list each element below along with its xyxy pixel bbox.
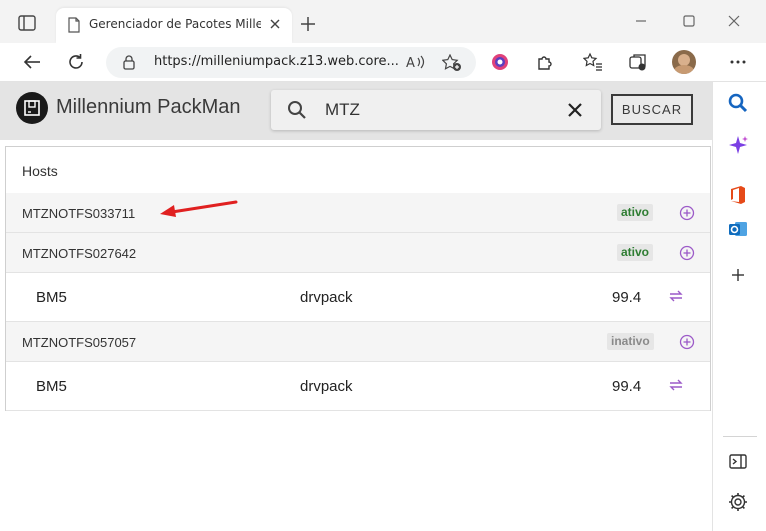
host-name: MTZNOTFS057057	[22, 335, 137, 350]
search-box[interactable]	[271, 90, 601, 130]
package-name: BM5	[36, 378, 67, 395]
edge-sidebar	[712, 82, 766, 531]
favorites-icon[interactable]	[583, 52, 603, 72]
tab-close-icon[interactable]	[268, 17, 282, 31]
more-options-icon[interactable]	[728, 52, 748, 72]
page-favicon-icon	[68, 17, 80, 33]
status-badge: ativo	[617, 244, 654, 261]
host-row[interactable]: MTZNOTFS033711 ativo	[6, 193, 710, 233]
clear-search-icon[interactable]	[567, 102, 583, 118]
url-text[interactable]: https://milleniumpack.z13.web.core....	[154, 54, 398, 69]
browser-tab[interactable]: Gerenciador de Pacotes Millennium	[56, 8, 292, 43]
host-row[interactable]: MTZNOTFS057057 inativo	[6, 322, 710, 362]
package-icon	[24, 100, 40, 116]
page-content: Millennium PackMan BUSCAR Hosts MTZNOTFS…	[0, 82, 712, 531]
annotation-arrow	[160, 200, 238, 217]
sidebar-divider	[723, 436, 757, 437]
app-logo	[16, 92, 48, 124]
refresh-icon[interactable]	[66, 52, 86, 72]
package-name: BM5	[36, 289, 67, 306]
add-favorite-icon[interactable]	[442, 54, 462, 72]
svg-text:A: A	[406, 56, 415, 70]
tab-title: Gerenciador de Pacotes Millennium	[89, 17, 261, 31]
maximize-icon[interactable]	[682, 14, 696, 28]
app-header: Millennium PackMan BUSCAR	[0, 82, 712, 140]
read-aloud-icon[interactable]: A	[406, 54, 426, 70]
back-arrow-icon[interactable]	[22, 52, 42, 72]
browser-toolbar: https://milleniumpack.z13.web.core.... A	[0, 43, 766, 82]
tab-actions-icon[interactable]	[18, 15, 36, 31]
host-name: MTZNOTFS027642	[22, 246, 137, 261]
host-row[interactable]: MTZNOTFS027642 ativo	[6, 233, 710, 273]
search-icon[interactable]	[727, 92, 749, 114]
sync-icon[interactable]	[668, 289, 684, 303]
outlook-icon[interactable]	[727, 218, 749, 240]
hosts-panel: Hosts MTZNOTFS033711 ativo MTZNOTFS02764…	[5, 146, 711, 411]
browser-extension-icon[interactable]	[490, 52, 510, 72]
hide-sidebar-icon[interactable]	[727, 451, 749, 473]
hosts-heading: Hosts	[22, 163, 58, 179]
status-badge: ativo	[617, 204, 654, 221]
app-title: Millennium PackMan	[56, 96, 241, 118]
package-type: drvpack	[300, 378, 353, 395]
package-type: drvpack	[300, 289, 353, 306]
search-input[interactable]	[325, 99, 555, 121]
package-version: 99.4	[612, 378, 642, 395]
package-row: BM5 drvpack 99.4	[6, 362, 710, 411]
office-icon[interactable]	[727, 184, 749, 206]
settings-gear-icon[interactable]	[727, 491, 749, 513]
address-bar[interactable]: https://milleniumpack.z13.web.core.... A	[106, 47, 476, 78]
sync-icon[interactable]	[668, 378, 684, 392]
minimize-icon[interactable]	[634, 14, 648, 28]
lock-icon[interactable]	[122, 54, 136, 70]
search-button[interactable]: BUSCAR	[611, 94, 693, 125]
title-bar: Gerenciador de Pacotes Millennium	[0, 0, 766, 43]
collections-icon[interactable]	[628, 52, 648, 72]
add-sidebar-app-icon[interactable]	[727, 264, 749, 286]
profile-avatar[interactable]	[672, 50, 696, 74]
extensions-icon[interactable]	[535, 52, 555, 72]
add-package-icon[interactable]	[679, 245, 695, 261]
add-package-icon[interactable]	[679, 205, 695, 221]
new-tab-icon[interactable]	[300, 16, 316, 32]
host-name: MTZNOTFS033711	[22, 206, 136, 221]
window-close-icon[interactable]	[727, 14, 741, 28]
search-icon	[288, 101, 306, 119]
add-package-icon[interactable]	[679, 334, 695, 350]
package-row: BM5 drvpack 99.4	[6, 273, 710, 322]
copilot-sparkle-icon[interactable]	[727, 134, 749, 156]
status-badge: inativo	[607, 333, 654, 350]
package-version: 99.4	[612, 289, 642, 306]
